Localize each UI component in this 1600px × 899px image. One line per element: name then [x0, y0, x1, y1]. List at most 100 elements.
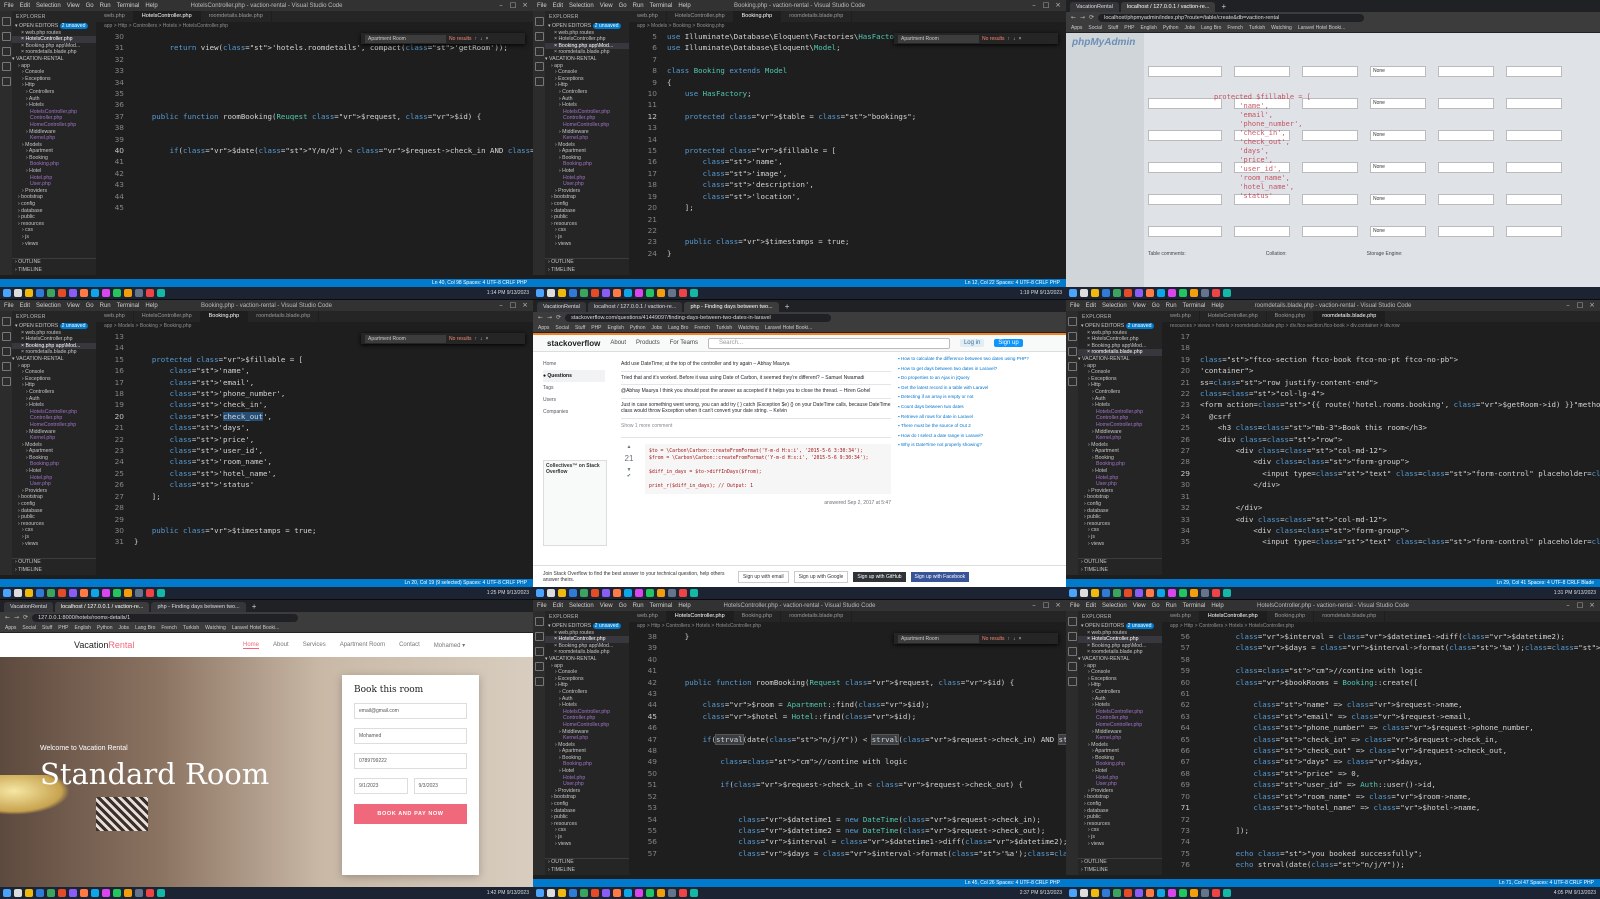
tree-item[interactable]: › Hotels [12, 402, 96, 409]
tree-item[interactable]: › js [545, 834, 629, 841]
tree-item[interactable]: › Console [1078, 669, 1162, 676]
files-icon[interactable] [534, 617, 544, 626]
taskbar-app-icon[interactable] [1190, 889, 1198, 897]
taskbar-app-icon[interactable] [124, 289, 132, 297]
extensions-icon[interactable] [1, 377, 11, 386]
browser-tab[interactable]: php - Finding days between two... [151, 602, 246, 612]
signup-google-button[interactable]: Sign up with Google [793, 570, 849, 583]
column-name-input[interactable] [1148, 65, 1222, 77]
tree-item[interactable]: › database [545, 808, 629, 815]
tree-item[interactable]: › Hotels [545, 102, 629, 109]
tree-item[interactable]: › database [12, 508, 96, 515]
browser-tab[interactable]: VacationRental [537, 302, 586, 312]
find-next-icon[interactable]: ↓ [480, 36, 483, 42]
taskbar-app-icon[interactable] [635, 289, 643, 297]
open-file-item[interactable]: × HotelsController.php [545, 36, 629, 43]
tree-item[interactable]: › resources [12, 521, 96, 528]
tree-item[interactable]: › css [545, 227, 629, 234]
taskbar-app-icon[interactable] [102, 589, 110, 597]
menu-item-run[interactable]: Run [1166, 603, 1177, 609]
tree-item[interactable]: › public [545, 814, 629, 821]
menu-item-help[interactable]: Help [145, 303, 157, 309]
editor-tab[interactable]: HotelsController.php [1200, 311, 1267, 322]
taskbar-app-icon[interactable] [569, 289, 577, 297]
site-nav-apartment-room[interactable]: Apartment Room [340, 642, 385, 649]
so-leftnav-questions[interactable]: ● Questions [543, 370, 605, 382]
bookmark-item[interactable]: Stuff [42, 625, 52, 631]
tree-item[interactable]: HomeController.php [1078, 422, 1162, 429]
tree-item[interactable]: › Models [1078, 442, 1162, 449]
taskbar-app-icon[interactable] [1179, 289, 1187, 297]
taskbar-app-icon[interactable] [102, 289, 110, 297]
tree-item[interactable]: › public [12, 214, 96, 221]
tree-item[interactable]: › Middleware [1078, 729, 1162, 736]
so-nav-products[interactable]: Products [636, 340, 660, 346]
tree-item[interactable]: › bootstrap [545, 794, 629, 801]
windows-start-icon[interactable] [536, 889, 544, 897]
tree-item[interactable]: › Hotels [12, 102, 96, 109]
taskbar-app-icon[interactable] [1124, 289, 1132, 297]
taskbar-app-icon[interactable] [1124, 889, 1132, 897]
bookmark-item[interactable]: Jobs [652, 325, 663, 331]
taskbar-app-icon[interactable] [679, 589, 687, 597]
close-icon[interactable]: × [1586, 300, 1598, 311]
tree-item[interactable]: User.php [1078, 481, 1162, 488]
taskbar-app-icon[interactable] [591, 889, 599, 897]
bookmark-item[interactable]: Python [97, 625, 113, 631]
default-select[interactable]: None [1370, 193, 1426, 205]
open-file-item[interactable]: × roomdetails.blade.php [545, 649, 629, 656]
tree-item[interactable]: › app [12, 363, 96, 370]
taskbar-app-icon[interactable] [1190, 289, 1198, 297]
length-input[interactable] [1302, 225, 1358, 237]
attributes-select[interactable] [1506, 65, 1562, 77]
tree-item[interactable]: › Hotel [1078, 468, 1162, 475]
tree-item[interactable]: › config [545, 801, 629, 808]
taskbar-app-icon[interactable] [690, 889, 698, 897]
bookmark-item[interactable]: English [608, 325, 624, 331]
open-file-item[interactable]: × roomdetails.blade.php [1078, 649, 1162, 656]
new-tab-icon[interactable]: + [1217, 2, 1230, 12]
open-file-item[interactable]: × web.php routes [545, 30, 629, 37]
menu-item-view[interactable]: View [67, 3, 80, 9]
open-file-item[interactable]: × roomdetails.blade.php [12, 349, 96, 356]
windows-start-icon[interactable] [1069, 589, 1077, 597]
tree-item[interactable]: Hotel.php [545, 775, 629, 782]
taskbar-app-icon[interactable] [635, 589, 643, 597]
minimize-icon[interactable]: – [1562, 600, 1574, 611]
close-icon[interactable]: × [519, 300, 531, 311]
taskbar-app-icon[interactable] [690, 289, 698, 297]
browser-tab[interactable]: VacationRental [4, 602, 53, 612]
tree-item[interactable]: Kernel.php [545, 735, 629, 742]
tree-item[interactable]: › bootstrap [12, 194, 96, 201]
default-select[interactable]: None [1370, 65, 1426, 77]
tree-item[interactable]: › Exceptions [12, 76, 96, 83]
taskbar-app-icon[interactable] [102, 889, 110, 897]
tree-item[interactable]: › app [1078, 663, 1162, 670]
site-nav-home[interactable]: Home [243, 642, 260, 649]
tree-item[interactable]: › Providers [12, 488, 96, 495]
files-icon[interactable] [1, 17, 11, 26]
reload-icon[interactable]: ⟳ [23, 614, 28, 621]
search-icon[interactable] [1, 32, 11, 41]
taskbar-app-icon[interactable] [146, 889, 154, 897]
bookmark-item[interactable]: Turkish [1249, 25, 1265, 31]
reload-icon[interactable]: ⟳ [556, 314, 561, 321]
taskbar-app-icon[interactable] [91, 289, 99, 297]
email-input[interactable]: email@gmail.com [354, 703, 467, 719]
taskbar-app-icon[interactable] [113, 289, 121, 297]
new-tab-icon[interactable]: + [248, 602, 261, 612]
bookmark-item[interactable]: Apps [5, 625, 16, 631]
taskbar-app-icon[interactable] [25, 889, 33, 897]
taskbar-app-icon[interactable] [1124, 589, 1132, 597]
minimize-icon[interactable]: – [495, 300, 507, 311]
open-file-item[interactable]: × HotelsController.php [12, 36, 96, 43]
taskbar-app-icon[interactable] [113, 589, 121, 597]
editor-tab[interactable]: HotelsController.php [134, 311, 201, 322]
taskbar-app-icon[interactable] [113, 889, 121, 897]
tree-item[interactable]: User.php [12, 481, 96, 488]
menu-item-terminal[interactable]: Terminal [650, 3, 673, 9]
windows-start-icon[interactable] [3, 889, 11, 897]
menu-item-selection[interactable]: Selection [569, 3, 594, 9]
tree-item[interactable]: › Booking [12, 155, 96, 162]
tree-item[interactable]: › database [1078, 808, 1162, 815]
